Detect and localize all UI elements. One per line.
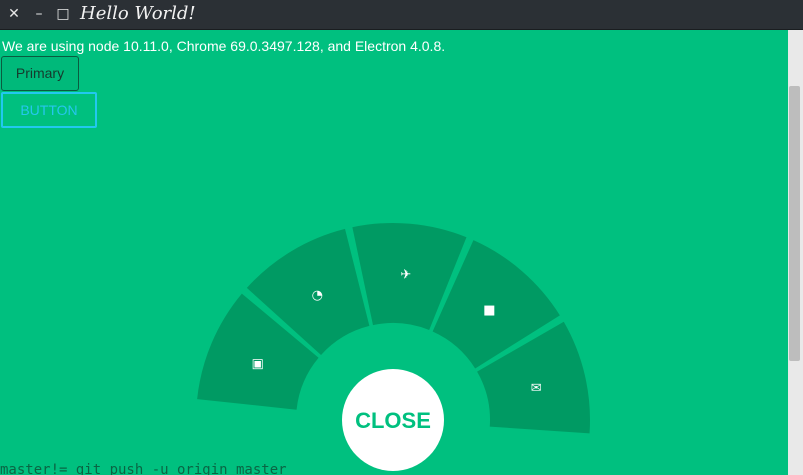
radial-menu: ▣ ◔ ✈ ■ ✉ CLOSE [197, 223, 590, 471]
image-icon: ▣ [252, 357, 264, 372]
window-titlebar: ✕ – □ Hello World! [0, 0, 803, 30]
scrollbar-thumb[interactable] [789, 86, 800, 361]
run-icon: ✈ [400, 268, 411, 283]
mail-icon: ✉ [531, 381, 542, 396]
video-icon: ■ [483, 303, 495, 318]
app-content: We are using node 10.11.0, Chrome 69.0.3… [0, 30, 788, 475]
close-button-label: CLOSE [355, 408, 431, 433]
window-maximize-button[interactable]: □ [54, 5, 72, 23]
window-title: Hello World! [80, 3, 196, 24]
window-close-button[interactable]: ✕ [5, 5, 23, 23]
refresh-icon: ◔ [312, 288, 323, 303]
window-minimize-button[interactable]: – [30, 5, 48, 23]
